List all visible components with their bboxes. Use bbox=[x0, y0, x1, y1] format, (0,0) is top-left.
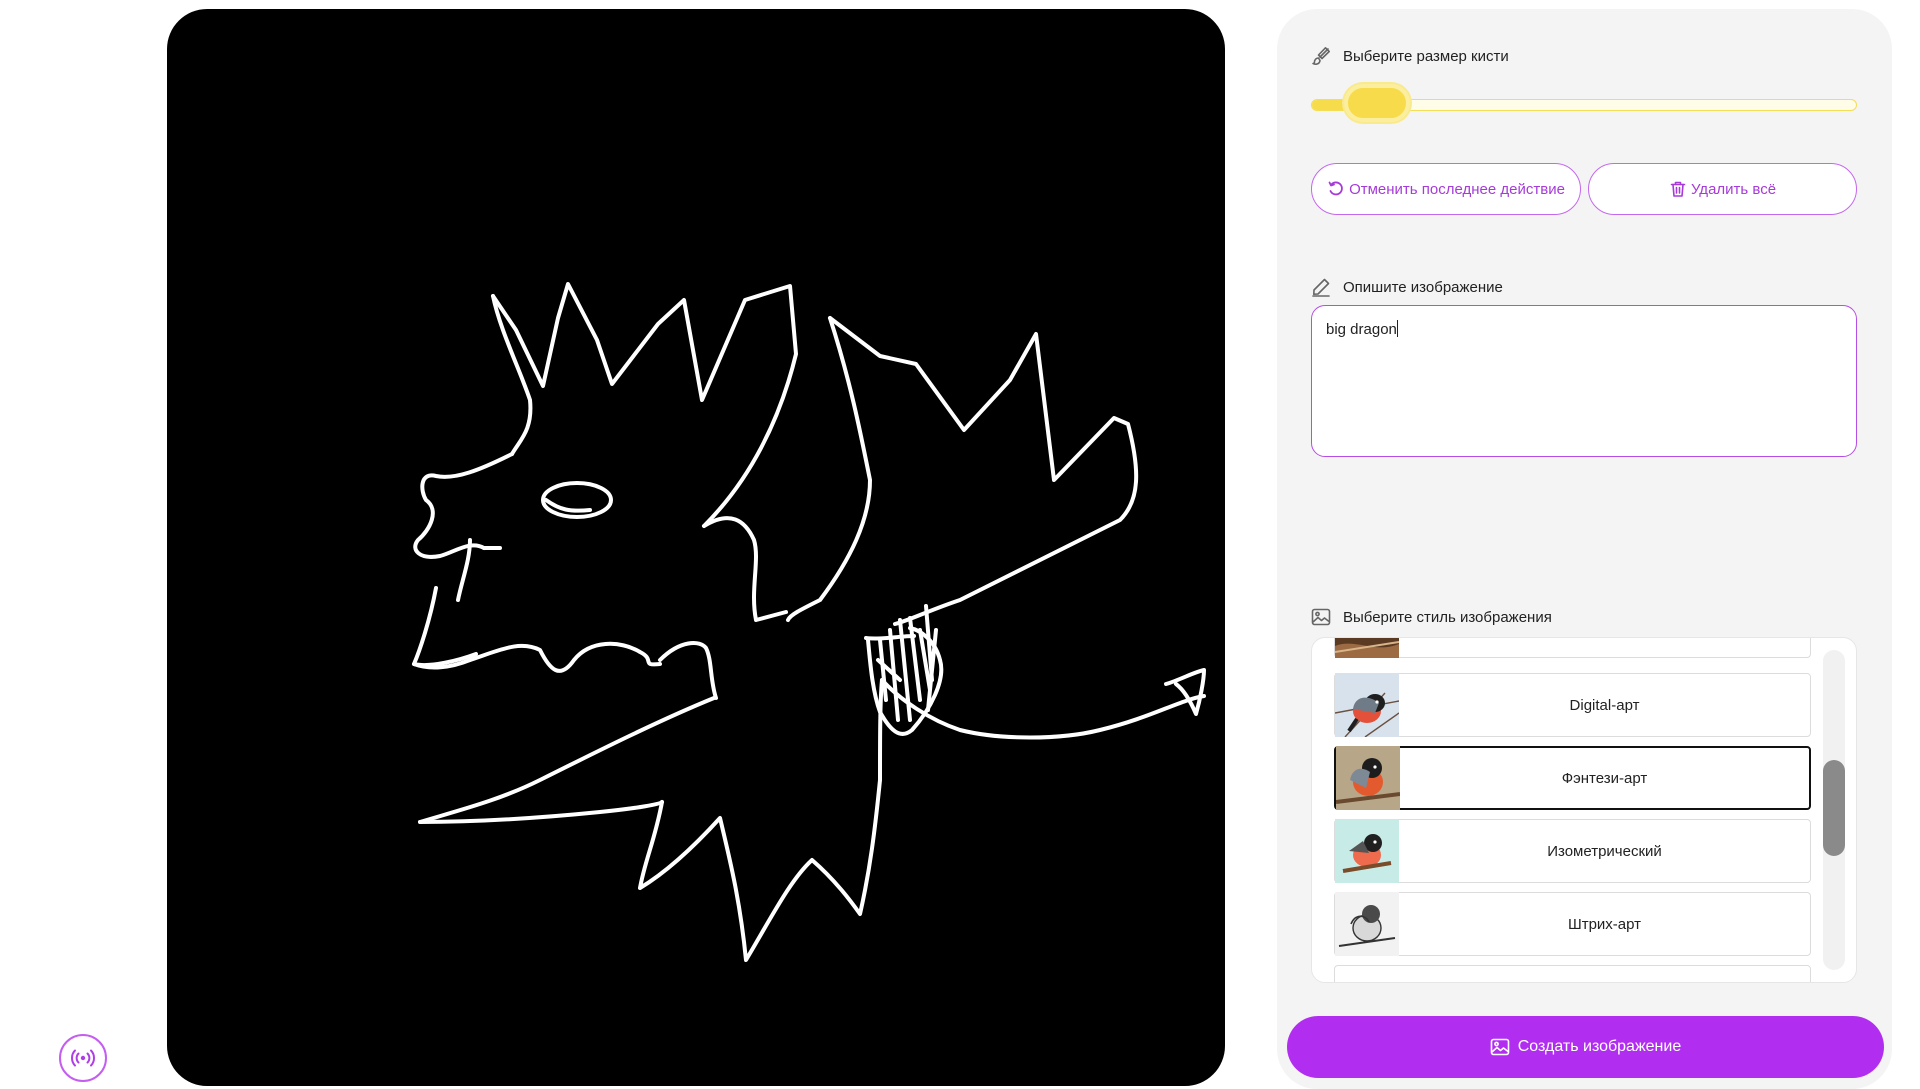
brush-size-label-row: Выберите размер кисти bbox=[1311, 46, 1509, 66]
style-thumbnail-line-art bbox=[1335, 892, 1399, 956]
style-item-partial-bottom[interactable] bbox=[1334, 965, 1811, 982]
undo-label: Отменить последнее действие bbox=[1349, 180, 1565, 198]
undo-icon bbox=[1328, 181, 1343, 196]
prompt-label: Опишите изображение bbox=[1343, 278, 1503, 296]
style-item-label: Фэнтези-арт bbox=[1561, 769, 1648, 787]
prompt-label-row: Опишите изображение bbox=[1311, 277, 1503, 297]
style-thumbnail-isometric bbox=[1335, 819, 1399, 883]
user-sketch bbox=[412, 282, 1206, 962]
image-icon bbox=[1490, 1038, 1510, 1056]
style-thumbnail-digital-art bbox=[1335, 673, 1399, 737]
style-item-isometric[interactable]: Изометрический bbox=[1334, 819, 1811, 883]
style-thumbnail bbox=[1335, 638, 1399, 658]
style-label-row: Выберите стиль изображения bbox=[1311, 608, 1552, 626]
trash-icon bbox=[1670, 181, 1686, 197]
brush-size-slider[interactable] bbox=[1311, 84, 1857, 122]
brush-size-label: Выберите размер кисти bbox=[1343, 47, 1509, 65]
broadcast-icon bbox=[71, 1049, 95, 1067]
prompt-textarea[interactable]: big dragon bbox=[1311, 305, 1857, 457]
style-item-label: Штрих-арт bbox=[1567, 915, 1642, 933]
clear-all-label: Удалить всё bbox=[1690, 180, 1777, 198]
style-thumbnail bbox=[1335, 965, 1399, 982]
style-list-scrollbar-thumb[interactable] bbox=[1823, 760, 1845, 856]
style-item-fantasy-art[interactable]: Фэнтези-арт bbox=[1334, 746, 1811, 810]
create-image-label: Создать изображение bbox=[1517, 1038, 1682, 1055]
drawing-canvas[interactable] bbox=[167, 9, 1225, 1086]
brush-size-thumb[interactable] bbox=[1344, 84, 1411, 122]
create-image-button[interactable]: Создать изображение bbox=[1287, 1016, 1884, 1078]
style-item-line-art[interactable]: Штрих-арт bbox=[1334, 892, 1811, 956]
text-caret bbox=[1396, 320, 1398, 337]
style-item-label: Digital-арт bbox=[1569, 696, 1640, 714]
style-item-label: Изометрический bbox=[1547, 842, 1662, 860]
image-icon bbox=[1311, 608, 1331, 626]
prompt-value: big dragon bbox=[1326, 321, 1397, 338]
broadcast-button[interactable] bbox=[59, 1034, 107, 1082]
style-thumbnail-fantasy-art bbox=[1336, 746, 1400, 810]
brush-icon bbox=[1312, 47, 1330, 65]
style-item-partial[interactable] bbox=[1334, 638, 1811, 658]
clear-all-button[interactable]: Удалить всё bbox=[1588, 163, 1857, 215]
style-list[interactable]: Digital-арт Фэнтези-арт Изометрический Ш… bbox=[1311, 637, 1857, 983]
style-item-digital-art[interactable]: Digital-арт bbox=[1334, 673, 1811, 737]
undo-button[interactable]: Отменить последнее действие bbox=[1311, 163, 1581, 215]
style-label: Выберите стиль изображения bbox=[1343, 608, 1552, 626]
pencil-icon bbox=[1312, 278, 1330, 297]
